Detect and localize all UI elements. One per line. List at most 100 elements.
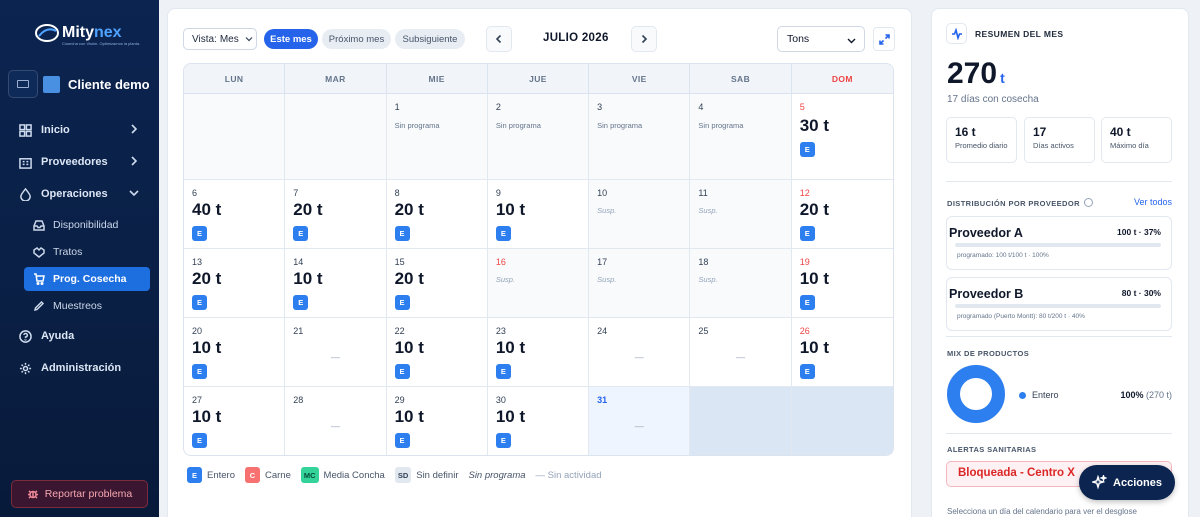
calendar-day-27[interactable]: 27 10 t E: [184, 387, 286, 455]
sidebar: Mitynex Cosecha con Visión. Optimizamos …: [0, 0, 159, 517]
calendar-day-1[interactable]: 1 Sin programa: [386, 94, 488, 180]
calendar-day-23[interactable]: 23 10 t E: [487, 318, 590, 387]
product-badge-entero: E: [394, 226, 410, 241]
calendar-day-29[interactable]: 29 10 t E: [386, 387, 488, 455]
calendar-day-31[interactable]: 31 —: [589, 387, 691, 455]
tab-subsiguiente[interactable]: Subsiguiente: [395, 29, 465, 49]
sidebar-item-ayuda[interactable]: Ayuda: [0, 323, 159, 349]
day-number: 6: [192, 188, 198, 198]
product-badge-entero: E: [495, 226, 511, 241]
summary-subtitle: 17 días con cosecha: [947, 94, 1039, 105]
client-avatar: [43, 75, 60, 93]
calendar-day-18[interactable]: 18 Susp.: [690, 249, 792, 318]
day-tons: 10 t: [495, 200, 526, 219]
sidebar-item-label: Muestreos: [53, 300, 103, 312]
day-number: 14: [293, 257, 304, 267]
day-number: 21: [293, 326, 304, 336]
suspended-text: Susp.: [597, 275, 617, 284]
sidebar-toggle-button[interactable]: [8, 70, 38, 98]
expand-button[interactable]: [873, 27, 895, 51]
provider-card[interactable]: Proveedor B 80 t · 30% programado (Puert…: [946, 277, 1172, 331]
calendar-day-16[interactable]: 16 Susp.: [487, 249, 590, 318]
prev-month-button[interactable]: [486, 26, 512, 52]
ver-todos-link[interactable]: Ver todos: [1134, 197, 1172, 207]
calendar-day-24[interactable]: 24 —: [589, 318, 691, 387]
calendar-day-6[interactable]: 6 40 t E: [184, 180, 286, 249]
sidebar-item-inicio[interactable]: Inicio: [0, 117, 159, 143]
sidebar-item-disponibilidad[interactable]: Disponibilidad: [0, 213, 150, 237]
calendar-day-25[interactable]: 25 —: [690, 318, 792, 387]
day-number: 3: [597, 102, 603, 112]
view-select[interactable]: Vista: Mes: [183, 28, 257, 50]
summary-total: 270 t: [947, 57, 1005, 91]
logo[interactable]: Mitynex Cosecha con Visión. Optimizamos …: [34, 22, 140, 46]
day-number: 25: [698, 326, 709, 336]
provider-value: 80 t · 30%: [1121, 288, 1161, 298]
product-badge-entero: E: [495, 364, 511, 379]
calendar-day-8[interactable]: 8 20 t E: [386, 180, 488, 249]
weekday-header: MIE: [387, 64, 488, 93]
day-tons: 20 t: [394, 269, 424, 288]
suspended-text: Susp.: [698, 275, 718, 284]
calendar-grid: LUN MAR MIE JUE VIE SAB DOM 1 Sin programa 2 Sin …: [183, 63, 894, 456]
view-select-value: Mes: [219, 33, 239, 45]
day-number: 27: [192, 395, 203, 405]
calendar-day-10[interactable]: 10 Susp.: [589, 180, 691, 249]
calendar-day-7[interactable]: 7 20 t E: [285, 180, 387, 249]
unit-select[interactable]: Tons: [777, 26, 865, 52]
building-icon: [18, 155, 32, 169]
mix-label: Entero: [1032, 390, 1059, 400]
sidebar-item-tratos[interactable]: Tratos: [0, 240, 150, 264]
tab-este-mes[interactable]: Este mes: [264, 29, 318, 49]
calendar-header: LUN MAR MIE JUE VIE SAB DOM: [184, 64, 893, 94]
actions-fab-button[interactable]: Acciones: [1079, 465, 1175, 500]
divider: [946, 336, 1172, 337]
legend-badge: E: [187, 467, 202, 483]
provider-subtext: programado: 100 t/100 t · 100%: [957, 252, 1049, 259]
calendar-day-30[interactable]: 30 10 t E: [487, 387, 590, 455]
day-tons: 10 t: [192, 407, 222, 426]
client-switcher[interactable]: Cliente demo: [8, 70, 150, 98]
calendar-day-17[interactable]: 17 Susp.: [589, 249, 691, 318]
stat-card-dias-activos: 17 Días activos: [1024, 117, 1095, 163]
sidebar-item-prog-cosecha[interactable]: Prog. Cosecha: [24, 267, 150, 291]
calendar-day-19[interactable]: 19 10 t E: [791, 249, 893, 318]
day-tons: 30 t: [799, 116, 829, 135]
sin-programa-text: Sin programa: [495, 121, 541, 130]
tab-proximo-mes[interactable]: Próximo mes: [322, 29, 391, 49]
sidebar-item-label: Administración: [41, 362, 122, 374]
calendar-day-20[interactable]: 20 10 t E: [184, 318, 286, 387]
calendar-day-14[interactable]: 14 10 t E: [285, 249, 387, 318]
calendar-day-11[interactable]: 11 Susp.: [690, 180, 792, 249]
calendar-day-12[interactable]: 12 20 t E: [791, 180, 893, 249]
report-problem-button[interactable]: Reportar problema: [11, 480, 148, 508]
calendar-day-13[interactable]: 13 20 t E: [184, 249, 286, 318]
provider-name: Proveedor A: [949, 226, 1023, 240]
provider-progress: [955, 243, 1161, 247]
calendar-day-26[interactable]: 26 10 t E: [791, 318, 893, 387]
day-tons: 10 t: [799, 338, 829, 357]
product-badge-entero: E: [293, 295, 309, 310]
calendar-day-5[interactable]: 5 30 t E: [791, 94, 893, 180]
day-number: 20: [192, 326, 203, 336]
calendar-day-22[interactable]: 22 10 t E: [386, 318, 488, 387]
provider-subtext: programado (Puerto Montt): 80 t/200 t · …: [957, 313, 1085, 320]
summary-total-unit: t: [1000, 70, 1005, 86]
calendar-day-9[interactable]: 9 10 t E: [487, 180, 590, 249]
product-badge-entero: E: [192, 295, 207, 310]
calendar-day-3[interactable]: 3 Sin programa: [589, 94, 691, 180]
next-month-button[interactable]: [631, 26, 657, 52]
sidebar-item-administracion[interactable]: Administración: [0, 355, 159, 381]
calendar-day-28[interactable]: 28 —: [285, 387, 387, 455]
calendar-day-15[interactable]: 15 20 t E: [386, 249, 488, 318]
logo-mark-icon: [34, 22, 60, 44]
calendar-day-2[interactable]: 2 Sin programa: [487, 94, 590, 180]
provider-card[interactable]: Proveedor A 100 t · 37% programado: 100 …: [946, 216, 1172, 270]
weekday-header: DOM: [831, 73, 853, 84]
sidebar-item-operaciones[interactable]: Operaciones: [0, 181, 159, 207]
calendar-day-4[interactable]: 4 Sin programa: [690, 94, 792, 180]
calendar-empty-cell: [184, 94, 286, 180]
sidebar-item-proveedores[interactable]: Proveedores: [0, 149, 159, 175]
sidebar-item-muestreos[interactable]: Muestreos: [0, 294, 150, 318]
calendar-day-21[interactable]: 21 —: [285, 318, 387, 387]
